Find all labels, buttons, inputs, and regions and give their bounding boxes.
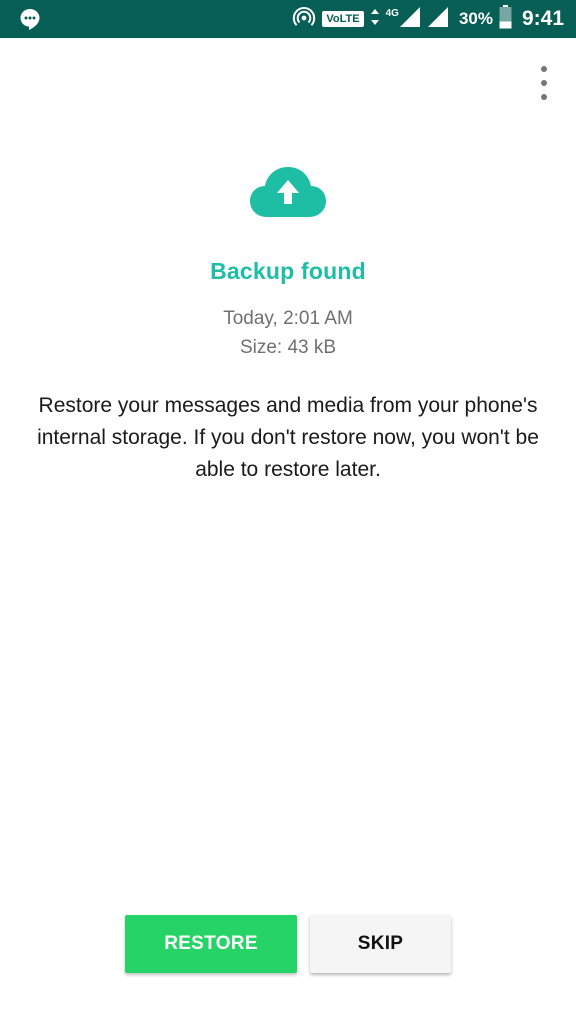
backup-date: Today, 2:01 AM bbox=[223, 308, 353, 329]
restore-description: Restore your messages and media from you… bbox=[37, 394, 539, 481]
signal-icon-2 bbox=[427, 6, 449, 33]
restore-button[interactable]: RESTORE bbox=[125, 915, 297, 973]
battery-percentage: 30% bbox=[458, 9, 493, 28]
clock: 9:41 bbox=[521, 7, 564, 30]
data-arrows-icon bbox=[370, 7, 380, 32]
page-title: Backup found bbox=[210, 258, 366, 284]
signal-icon bbox=[399, 6, 421, 33]
network-type: 4G bbox=[385, 7, 399, 19]
cloud-upload-icon bbox=[249, 166, 327, 218]
battery-icon bbox=[499, 4, 512, 34]
volte-icon: VoLTE bbox=[322, 11, 364, 27]
status-bar: VoLTE 4G 30% 9:41 bbox=[0, 0, 576, 38]
restore-backup-screen: VoLTE 4G 30% 9:41 Backup found Today, 2:… bbox=[0, 0, 576, 1024]
backup-size: Size: 43 kB bbox=[239, 337, 337, 358]
skip-button[interactable]: SKIP bbox=[310, 915, 451, 973]
status-icons: VoLTE 4G 30% 9:41 bbox=[292, 0, 564, 38]
hangouts-icon bbox=[18, 7, 42, 31]
more-vert-icon[interactable] bbox=[536, 66, 552, 100]
hotspot-icon bbox=[292, 5, 316, 34]
